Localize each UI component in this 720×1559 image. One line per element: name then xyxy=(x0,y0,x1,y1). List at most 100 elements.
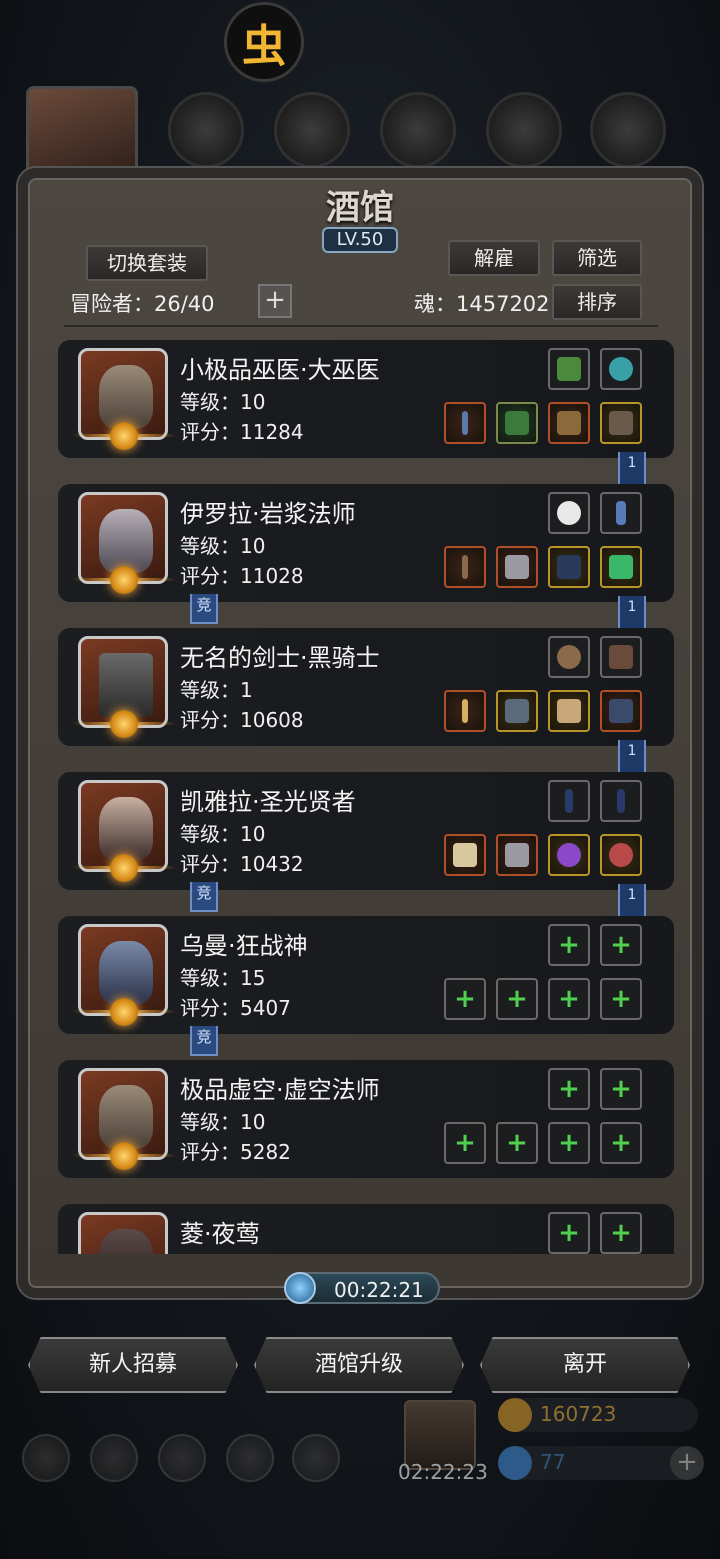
hammer-weapon-icon[interactable] xyxy=(444,834,486,876)
star-icon xyxy=(90,1434,138,1482)
castle-icon xyxy=(158,1434,206,1482)
hero-score: 评分：10608 xyxy=(180,708,304,732)
add-equipment-icon[interactable]: + xyxy=(444,1122,486,1164)
add-equipment-icon[interactable]: + xyxy=(496,978,538,1020)
gold-amount: 160723 xyxy=(540,1402,617,1426)
handshake-icon xyxy=(292,1434,340,1482)
hero-card[interactable]: 无名的剑士·黑骑士 等级：1 评分：10608 xyxy=(58,628,674,746)
gem-icon xyxy=(498,1446,532,1480)
filter-button[interactable]: 筛选 xyxy=(552,240,642,276)
hero-name: 无名的剑士·黑骑士 xyxy=(180,644,380,672)
hero-level: 等级：10 xyxy=(180,822,266,846)
bow-icon[interactable] xyxy=(548,780,590,822)
leave-button[interactable]: 离开 xyxy=(480,1337,690,1393)
dismiss-button[interactable]: 解雇 xyxy=(448,240,540,276)
add-equipment-icon[interactable]: + xyxy=(548,1122,590,1164)
compete-ribbon: 竞 xyxy=(190,594,218,624)
add-equipment-icon[interactable]: + xyxy=(548,924,590,966)
gauntlet-icon[interactable] xyxy=(600,690,642,732)
switch-set-button[interactable]: 切换套装 xyxy=(86,245,208,281)
iron-orb-icon xyxy=(380,92,456,168)
add-equipment-icon[interactable]: + xyxy=(548,1068,590,1110)
gift-timer: 02:22:23 xyxy=(398,1460,488,1484)
resource-orb-icon xyxy=(168,92,244,168)
hero-card[interactable]: 极品虚空·虚空法师 等级：10 评分：5282 + + + + + + xyxy=(58,1060,674,1178)
chest-armor-icon[interactable] xyxy=(496,546,538,588)
heart-pendant-icon[interactable] xyxy=(600,834,642,876)
add-equipment-icon[interactable]: + xyxy=(548,978,590,1020)
compete-ribbon: 竞 xyxy=(190,1026,218,1056)
hero-name: 极品虚空·虚空法师 xyxy=(180,1076,380,1104)
wood-orb-icon xyxy=(274,92,350,168)
hero-card[interactable]: 菱·夜莺 + + xyxy=(58,1204,674,1254)
hero-card[interactable]: 凯雅拉·圣光贤者 等级：10 评分：10432 xyxy=(58,772,674,890)
hero-score: 评分：11284 xyxy=(180,420,304,444)
sort-button[interactable]: 排序 xyxy=(552,284,642,320)
purple-orb-icon[interactable] xyxy=(548,834,590,876)
add-equipment-icon[interactable]: + xyxy=(600,1122,642,1164)
rank-sun-icon xyxy=(110,854,138,882)
add-equipment-icon[interactable]: + xyxy=(600,924,642,966)
green-crystal-icon[interactable] xyxy=(600,546,642,588)
add-equipment-icon[interactable]: + xyxy=(444,978,486,1020)
hero-card[interactable]: 伊罗拉·岩浆法师 等级：10 评分：11028 xyxy=(58,484,674,602)
add-equipment-icon[interactable]: + xyxy=(600,1068,642,1110)
hero-card[interactable]: 乌曼·狂战神 等级：15 评分：5407 + + + + + + xyxy=(58,916,674,1034)
guild-emblem-icon[interactable]: 虫 xyxy=(224,2,304,82)
add-equipment-icon[interactable]: + xyxy=(548,1212,590,1254)
add-slot-button[interactable]: + xyxy=(258,284,292,318)
lantern-accessory-icon[interactable] xyxy=(548,348,590,390)
add-equipment-icon[interactable]: + xyxy=(600,978,642,1020)
horn-icon[interactable] xyxy=(600,636,642,678)
tavern-level-badge: LV.50 xyxy=(322,227,398,253)
add-equipment-icon[interactable]: + xyxy=(600,1212,642,1254)
hero-level: 等级：10 xyxy=(180,534,266,558)
crystal-orb-icon xyxy=(486,92,562,168)
hero-name: 伊罗拉·岩浆法师 xyxy=(180,500,356,528)
green-armor-icon[interactable] xyxy=(496,402,538,444)
plate-armor-icon[interactable] xyxy=(496,690,538,732)
rank-ribbon: 1 xyxy=(618,884,646,920)
gem-amount: 77 xyxy=(540,1450,566,1474)
chest-armor-icon[interactable] xyxy=(496,834,538,876)
mail-icon xyxy=(226,1434,274,1482)
bow-icon[interactable] xyxy=(600,780,642,822)
hero-list[interactable]: 小极品巫医·大巫医 等级：10 评分：11284 1 伊罗拉·岩浆法师 等级：1… xyxy=(36,330,684,1254)
hero-name: 凯雅拉·圣光贤者 xyxy=(180,788,356,816)
hero-card[interactable]: 小极品巫医·大巫医 等级：10 评分：11284 xyxy=(58,340,674,458)
gold-coin-icon xyxy=(498,1398,532,1432)
add-resource-icon: + xyxy=(670,1446,704,1480)
hero-avatar xyxy=(78,1212,168,1254)
page-title: 酒馆 xyxy=(326,188,394,228)
rank-sun-icon xyxy=(110,710,138,738)
hero-name: 乌曼·狂战神 xyxy=(180,932,308,960)
shield-icon[interactable] xyxy=(548,636,590,678)
compete-ribbon: 竞 xyxy=(190,882,218,912)
helmet-icon[interactable] xyxy=(600,402,642,444)
add-equipment-icon[interactable]: + xyxy=(496,1122,538,1164)
feather-icon[interactable] xyxy=(548,492,590,534)
dark-armor-icon[interactable] xyxy=(548,546,590,588)
hero-score: 评分：5282 xyxy=(180,1140,291,1164)
rank-sun-icon xyxy=(110,566,138,594)
upgrade-tavern-button[interactable]: 酒馆升级 xyxy=(254,1337,464,1393)
hero-level: 等级：15 xyxy=(180,966,266,990)
rank-sun-icon xyxy=(110,422,138,450)
soul-counter: 魂：1457202 xyxy=(414,292,550,316)
rank-sun-icon xyxy=(110,998,138,1026)
teal-gem-icon[interactable] xyxy=(600,348,642,390)
staff-weapon-icon[interactable] xyxy=(444,546,486,588)
amulet-icon[interactable] xyxy=(600,492,642,534)
gold-resource: 160723 xyxy=(498,1398,698,1432)
rank-ribbon: 1 xyxy=(618,452,646,488)
hero-level: 等级：10 xyxy=(180,390,266,414)
sword-weapon-icon[interactable] xyxy=(444,690,486,732)
rank-ribbon: 1 xyxy=(618,740,646,776)
belt-icon[interactable] xyxy=(548,402,590,444)
scroll-icon[interactable] xyxy=(548,690,590,732)
staff-weapon-icon[interactable] xyxy=(444,402,486,444)
clock-icon xyxy=(284,1272,316,1304)
hero-name: 小极品巫医·大巫医 xyxy=(180,356,380,384)
recruit-button[interactable]: 新人招募 xyxy=(28,1337,238,1393)
hero-level: 等级：10 xyxy=(180,1110,266,1134)
